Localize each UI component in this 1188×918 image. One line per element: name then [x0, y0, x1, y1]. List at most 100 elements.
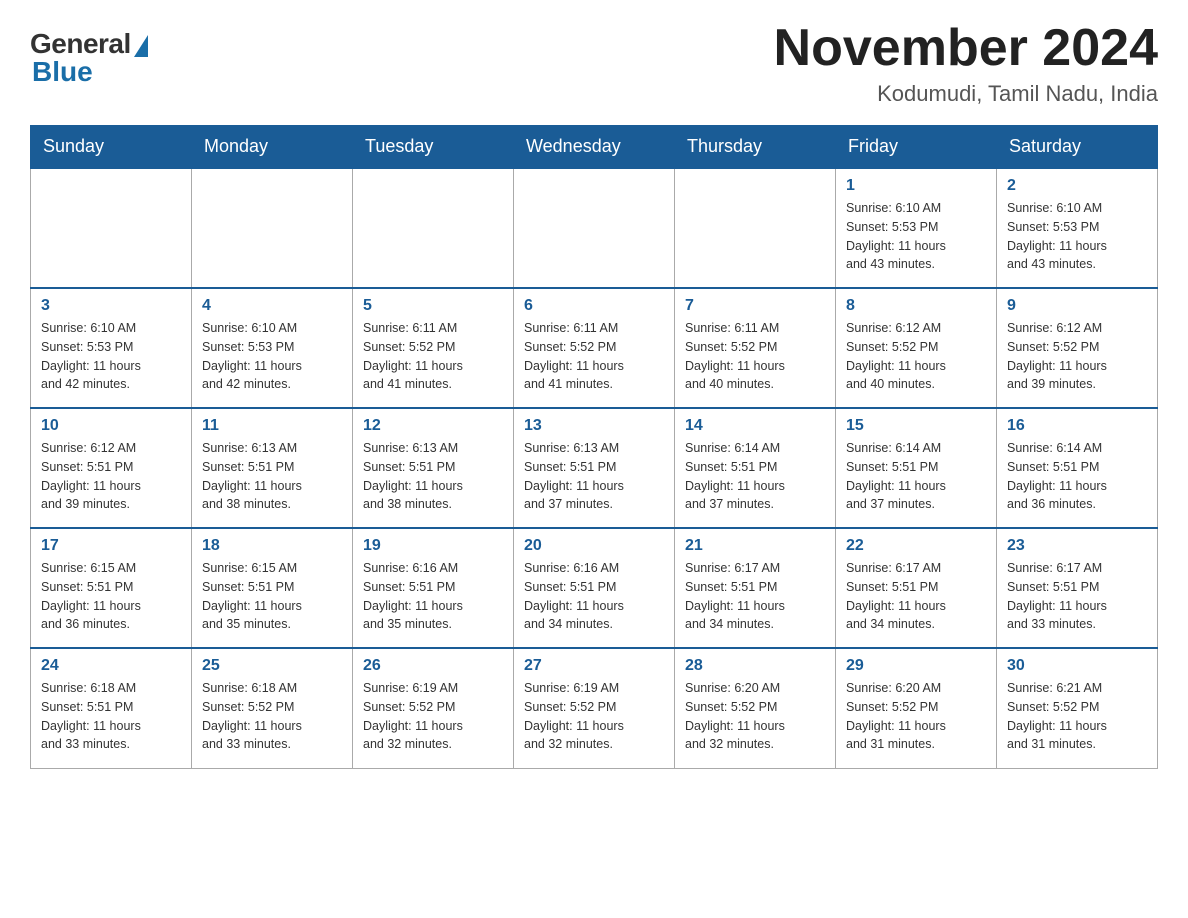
calendar-cell: 22 Sunrise: 6:17 AM Sunset: 5:51 PM Dayli…	[836, 528, 997, 648]
day-info: Sunrise: 6:13 AM Sunset: 5:51 PM Dayligh…	[202, 439, 342, 514]
day-number: 27	[524, 657, 664, 675]
day-info: Sunrise: 6:17 AM Sunset: 5:51 PM Dayligh…	[846, 559, 986, 634]
calendar-table: SundayMondayTuesdayWednesdayThursdayFrid…	[30, 125, 1158, 769]
day-header-friday: Friday	[836, 126, 997, 169]
calendar-cell: 29 Sunrise: 6:20 AM Sunset: 5:52 PM Dayli…	[836, 648, 997, 768]
calendar-cell: 27 Sunrise: 6:19 AM Sunset: 5:52 PM Dayli…	[514, 648, 675, 768]
day-number: 20	[524, 537, 664, 555]
day-number: 25	[202, 657, 342, 675]
calendar-cell: 15Sunrise: 6:14 AM Sunset: 5:51 PM Dayli…	[836, 408, 997, 528]
calendar-cell: 14 Sunrise: 6:14 AM Sunset: 5:51 PM Dayli…	[675, 408, 836, 528]
day-number: 29	[846, 657, 986, 675]
calendar-cell: 4 Sunrise: 6:10 AM Sunset: 5:53 PM Daylig…	[192, 288, 353, 408]
day-number: 8	[846, 297, 986, 315]
calendar-cell: 8Sunrise: 6:12 AM Sunset: 5:52 PM Daylig…	[836, 288, 997, 408]
calendar-cell: 11 Sunrise: 6:13 AM Sunset: 5:51 PM Dayli…	[192, 408, 353, 528]
calendar-cell: 10 Sunrise: 6:12 AM Sunset: 5:51 PM Dayli…	[31, 408, 192, 528]
day-number: 22	[846, 537, 986, 555]
day-number: 11	[202, 417, 342, 435]
day-number: 7	[685, 297, 825, 315]
day-number: 23	[1007, 537, 1147, 555]
calendar-cell: 12 Sunrise: 6:13 AM Sunset: 5:51 PM Dayli…	[353, 408, 514, 528]
day-number: 9	[1007, 297, 1147, 315]
calendar-cell: 16 Sunrise: 6:14 AM Sunset: 5:51 PM Dayli…	[997, 408, 1158, 528]
calendar-cell	[675, 168, 836, 288]
week-row-3: 10 Sunrise: 6:12 AM Sunset: 5:51 PM Dayli…	[31, 408, 1158, 528]
days-header-row: SundayMondayTuesdayWednesdayThursdayFrid…	[31, 126, 1158, 169]
calendar-cell: 2Sunrise: 6:10 AM Sunset: 5:53 PM Daylig…	[997, 168, 1158, 288]
day-number: 1	[846, 177, 986, 195]
day-number: 17	[41, 537, 181, 555]
day-info: Sunrise: 6:20 AM Sunset: 5:52 PM Dayligh…	[685, 679, 825, 754]
day-info: Sunrise: 6:11 AM Sunset: 5:52 PM Dayligh…	[524, 319, 664, 394]
day-header-sunday: Sunday	[31, 126, 192, 169]
calendar-cell: 18Sunrise: 6:15 AM Sunset: 5:51 PM Dayli…	[192, 528, 353, 648]
day-info: Sunrise: 6:15 AM Sunset: 5:51 PM Dayligh…	[41, 559, 181, 634]
calendar-cell: 1 Sunrise: 6:10 AM Sunset: 5:53 PM Daylig…	[836, 168, 997, 288]
day-info: Sunrise: 6:14 AM Sunset: 5:51 PM Dayligh…	[1007, 439, 1147, 514]
day-header-monday: Monday	[192, 126, 353, 169]
day-info: Sunrise: 6:15 AM Sunset: 5:51 PM Dayligh…	[202, 559, 342, 634]
day-number: 14	[685, 417, 825, 435]
day-info: Sunrise: 6:12 AM Sunset: 5:52 PM Dayligh…	[1007, 319, 1147, 394]
day-info: Sunrise: 6:19 AM Sunset: 5:52 PM Dayligh…	[524, 679, 664, 754]
day-info: Sunrise: 6:11 AM Sunset: 5:52 PM Dayligh…	[685, 319, 825, 394]
calendar-cell	[31, 168, 192, 288]
calendar-cell: 30Sunrise: 6:21 AM Sunset: 5:52 PM Dayli…	[997, 648, 1158, 768]
day-info: Sunrise: 6:13 AM Sunset: 5:51 PM Dayligh…	[363, 439, 503, 514]
day-number: 4	[202, 297, 342, 315]
day-info: Sunrise: 6:11 AM Sunset: 5:52 PM Dayligh…	[363, 319, 503, 394]
day-info: Sunrise: 6:19 AM Sunset: 5:52 PM Dayligh…	[363, 679, 503, 754]
day-info: Sunrise: 6:16 AM Sunset: 5:51 PM Dayligh…	[363, 559, 503, 634]
day-number: 28	[685, 657, 825, 675]
day-number: 26	[363, 657, 503, 675]
week-row-4: 17 Sunrise: 6:15 AM Sunset: 5:51 PM Dayli…	[31, 528, 1158, 648]
title-block: November 2024 Kodumudi, Tamil Nadu, Indi…	[774, 20, 1158, 107]
calendar-cell: 17 Sunrise: 6:15 AM Sunset: 5:51 PM Dayli…	[31, 528, 192, 648]
calendar-cell: 5 Sunrise: 6:11 AM Sunset: 5:52 PM Daylig…	[353, 288, 514, 408]
day-number: 10	[41, 417, 181, 435]
day-number: 3	[41, 297, 181, 315]
calendar-cell: 23 Sunrise: 6:17 AM Sunset: 5:51 PM Dayli…	[997, 528, 1158, 648]
calendar-cell: 24 Sunrise: 6:18 AM Sunset: 5:51 PM Dayli…	[31, 648, 192, 768]
calendar-cell	[353, 168, 514, 288]
day-info: Sunrise: 6:10 AM Sunset: 5:53 PM Dayligh…	[202, 319, 342, 394]
day-info: Sunrise: 6:13 AM Sunset: 5:51 PM Dayligh…	[524, 439, 664, 514]
day-info: Sunrise: 6:10 AM Sunset: 5:53 PM Dayligh…	[41, 319, 181, 394]
calendar-cell: 19 Sunrise: 6:16 AM Sunset: 5:51 PM Dayli…	[353, 528, 514, 648]
day-info: Sunrise: 6:10 AM Sunset: 5:53 PM Dayligh…	[846, 199, 986, 274]
logo-blue-text: Blue	[32, 56, 93, 88]
day-info: Sunrise: 6:17 AM Sunset: 5:51 PM Dayligh…	[1007, 559, 1147, 634]
month-title: November 2024	[774, 20, 1158, 77]
calendar-cell: 9 Sunrise: 6:12 AM Sunset: 5:52 PM Daylig…	[997, 288, 1158, 408]
week-row-5: 24 Sunrise: 6:18 AM Sunset: 5:51 PM Dayli…	[31, 648, 1158, 768]
day-number: 6	[524, 297, 664, 315]
week-row-2: 3 Sunrise: 6:10 AM Sunset: 5:53 PM Daylig…	[31, 288, 1158, 408]
day-info: Sunrise: 6:20 AM Sunset: 5:52 PM Dayligh…	[846, 679, 986, 754]
day-header-tuesday: Tuesday	[353, 126, 514, 169]
day-number: 16	[1007, 417, 1147, 435]
day-info: Sunrise: 6:14 AM Sunset: 5:51 PM Dayligh…	[685, 439, 825, 514]
calendar-cell	[514, 168, 675, 288]
calendar-cell: 6 Sunrise: 6:11 AM Sunset: 5:52 PM Daylig…	[514, 288, 675, 408]
day-info: Sunrise: 6:12 AM Sunset: 5:51 PM Dayligh…	[41, 439, 181, 514]
day-info: Sunrise: 6:17 AM Sunset: 5:51 PM Dayligh…	[685, 559, 825, 634]
day-header-thursday: Thursday	[675, 126, 836, 169]
day-number: 19	[363, 537, 503, 555]
day-number: 15	[846, 417, 986, 435]
day-info: Sunrise: 6:21 AM Sunset: 5:52 PM Dayligh…	[1007, 679, 1147, 754]
calendar-cell	[192, 168, 353, 288]
logo: General Blue	[30, 28, 148, 88]
calendar-cell: 25Sunrise: 6:18 AM Sunset: 5:52 PM Dayli…	[192, 648, 353, 768]
day-number: 2	[1007, 177, 1147, 195]
calendar-cell: 20Sunrise: 6:16 AM Sunset: 5:51 PM Dayli…	[514, 528, 675, 648]
day-header-saturday: Saturday	[997, 126, 1158, 169]
location-text: Kodumudi, Tamil Nadu, India	[774, 81, 1158, 107]
day-info: Sunrise: 6:18 AM Sunset: 5:51 PM Dayligh…	[41, 679, 181, 754]
day-number: 12	[363, 417, 503, 435]
day-number: 24	[41, 657, 181, 675]
day-number: 21	[685, 537, 825, 555]
logo-triangle-icon	[134, 35, 148, 57]
day-number: 5	[363, 297, 503, 315]
week-row-1: 1 Sunrise: 6:10 AM Sunset: 5:53 PM Daylig…	[31, 168, 1158, 288]
